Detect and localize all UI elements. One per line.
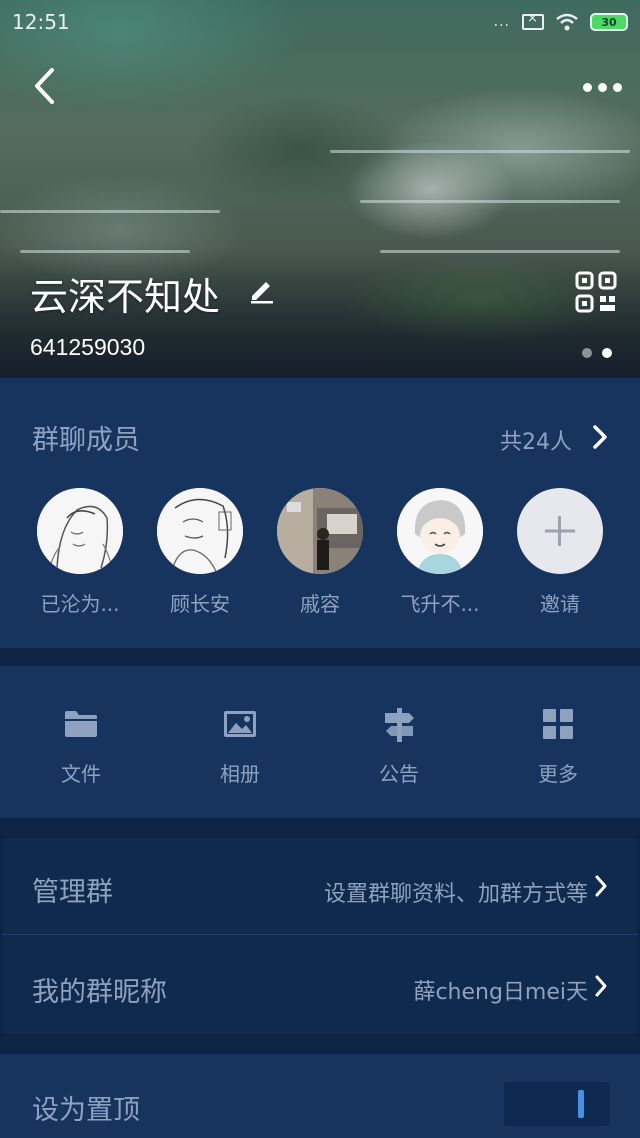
files-button[interactable]: 文件	[26, 706, 136, 787]
more-options-button[interactable]	[576, 72, 628, 102]
qr-code-icon[interactable]	[574, 270, 618, 318]
no-sim-icon	[522, 11, 544, 30]
group-nickname-value: 薛cheng日mei天	[413, 980, 588, 1005]
grid-icon	[503, 706, 613, 742]
back-button[interactable]	[24, 64, 64, 108]
image-icon	[185, 706, 295, 742]
invite-member-button[interactable]: 邀请	[505, 488, 615, 617]
manage-group-label: 管理群	[32, 877, 113, 908]
group-name: 云深不知处	[30, 275, 221, 319]
chevron-right-icon[interactable]	[592, 424, 608, 454]
status-bar: 12:51 ... 30	[0, 0, 640, 44]
avatar[interactable]	[277, 488, 363, 574]
manage-group-value: 设置群聊资料、加群方式等	[323, 882, 588, 907]
member-item[interactable]: 飞升不...	[385, 488, 495, 617]
member-item[interactable]: 顾长安	[145, 488, 255, 617]
member-item[interactable]: 已沦为...	[25, 488, 135, 617]
album-button[interactable]: 相册	[185, 706, 295, 787]
group-cover-image	[0, 0, 640, 378]
members-title: 群聊成员	[32, 425, 140, 456]
invite-label: 邀请	[540, 592, 580, 616]
pin-to-top-toggle[interactable]	[504, 1082, 610, 1126]
member-name: 飞升不...	[400, 592, 480, 616]
status-time: 12:51	[12, 10, 70, 34]
group-nickname-label: 我的群昵称	[32, 977, 167, 1008]
member-name: 顾长安	[170, 592, 230, 616]
signpost-icon	[344, 706, 454, 742]
announcement-button[interactable]: 公告	[344, 706, 454, 787]
files-label: 文件	[61, 762, 101, 786]
chevron-left-icon	[35, 68, 54, 104]
member-name: 戚容	[300, 592, 340, 616]
signal-dots-icon: ...	[493, 14, 510, 30]
avatar[interactable]	[157, 488, 243, 574]
group-id: 641259030	[30, 334, 146, 360]
avatar[interactable]	[37, 488, 123, 574]
cover-pager[interactable]	[582, 348, 612, 358]
pager-dot[interactable]	[582, 348, 592, 358]
toggle-knob	[578, 1090, 584, 1118]
chevron-right-icon	[594, 874, 608, 902]
manage-group-row[interactable]: 管理群 设置群聊资料、加群方式等	[0, 838, 640, 936]
more-actions-button[interactable]: 更多	[503, 706, 613, 787]
pin-to-top-label: 设为置顶	[32, 1095, 140, 1126]
member-count[interactable]: 共24人	[500, 424, 572, 456]
avatar[interactable]	[397, 488, 483, 574]
folder-icon	[26, 706, 136, 742]
more-label: 更多	[538, 762, 578, 786]
pager-dot-active[interactable]	[602, 348, 612, 358]
divider	[2, 934, 638, 935]
announcement-label: 公告	[379, 762, 419, 786]
edit-icon[interactable]	[248, 276, 276, 308]
member-item[interactable]: 戚容	[265, 488, 375, 617]
album-label: 相册	[220, 762, 260, 786]
add-icon[interactable]	[517, 488, 603, 574]
wifi-icon	[556, 13, 578, 31]
group-nickname-row[interactable]: 我的群昵称 薛cheng日mei天	[0, 936, 640, 1034]
member-name: 已沦为...	[40, 592, 120, 616]
chevron-right-icon	[594, 974, 608, 1002]
battery-icon: 30	[590, 13, 628, 31]
